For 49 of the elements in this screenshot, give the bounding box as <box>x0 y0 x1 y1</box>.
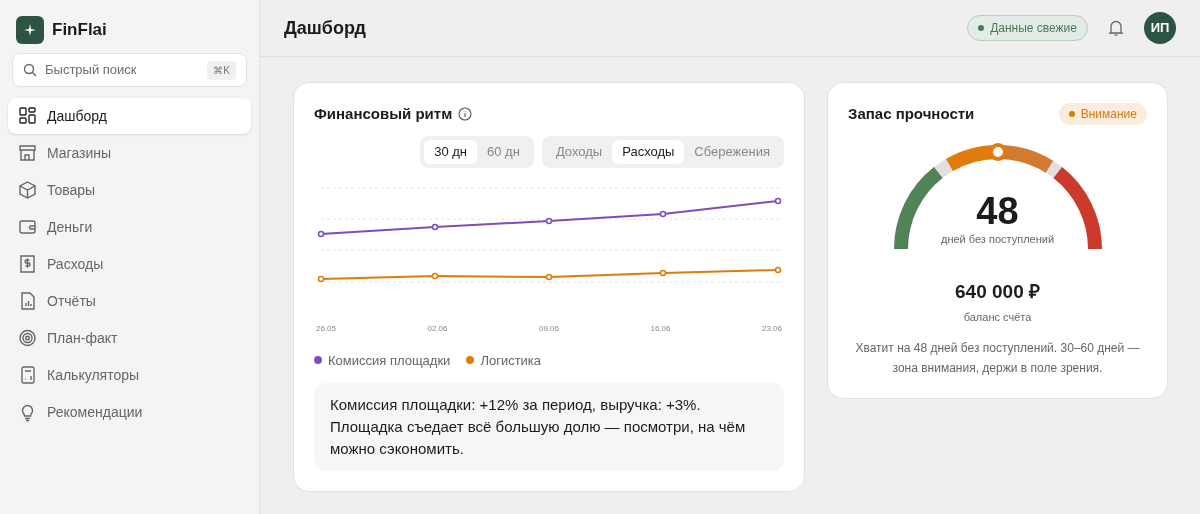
status-badge: Данные свежие <box>967 15 1088 41</box>
nav-item[interactable]: Магазины <box>8 135 251 171</box>
warning-badge: Внимание <box>1058 103 1147 126</box>
axis-label: 26.05 <box>316 322 337 335</box>
nav-item[interactable]: Отчёты <box>8 283 251 319</box>
calculator-icon <box>18 365 37 385</box>
nav-item[interactable]: Калькуляторы <box>8 357 251 393</box>
segment-tab[interactable]: 60 дн <box>477 139 530 164</box>
axis-label: 23.06 <box>761 322 782 335</box>
nav-item[interactable]: Рекомендации <box>8 394 251 430</box>
nav-item[interactable]: Товары <box>8 172 251 208</box>
bell-icon[interactable] <box>1108 19 1124 37</box>
balance-caption: баланс счёта <box>963 310 1032 325</box>
card-title: Финансовый ритм <box>314 104 453 124</box>
page-title: Дашборд <box>284 16 367 40</box>
reserve-note: Хватит на 48 дней без поступлений. 30–60 дней — зона внимания, держи в поле зрения. <box>854 339 1141 377</box>
store-icon <box>18 143 37 163</box>
shortcut-hint: ⌘K <box>207 60 236 80</box>
card-title: Запас прочности <box>848 104 975 124</box>
balance-value: 640 000 ₽ <box>955 279 1040 304</box>
legend-label: Комиссия площадки <box>328 351 451 370</box>
segment-tab[interactable]: Доходы <box>545 139 613 164</box>
axis-label: 02.06 <box>427 322 448 335</box>
wallet-icon <box>18 217 37 237</box>
nav-item[interactable]: Деньги <box>8 209 251 245</box>
info-icon[interactable] <box>458 107 473 122</box>
axis-label: 16.06 <box>650 322 671 335</box>
user-avatar[interactable]: ИП <box>1144 12 1176 44</box>
cube-icon <box>18 180 37 200</box>
nav-item[interactable]: Дашборд <box>8 98 251 134</box>
app-name: FinFlai <box>52 19 107 42</box>
search-input[interactable]: Быстрый поиск <box>45 60 200 80</box>
legend-label: Логистика <box>480 351 542 370</box>
search-field[interactable]: Быстрый поиск ⌘K <box>12 53 247 87</box>
insight-note: Комиссия площадки: +12% за период, выручка: +3%. Площадка съедает всё большую долю — посмотри, на чём можно сэкономить. <box>314 383 784 471</box>
report-icon <box>18 291 37 311</box>
search-icon <box>23 63 37 77</box>
dollar-receipt-icon <box>18 254 37 274</box>
days-caption: дней без поступлений <box>940 231 1055 247</box>
logo-icon <box>16 16 44 44</box>
segment-tab[interactable]: Сбережения <box>684 139 780 164</box>
nav-item[interactable]: Расходы <box>8 246 251 282</box>
axis-label: 09.06 <box>538 322 559 335</box>
segment-tab[interactable]: Расходы <box>612 139 685 164</box>
days-value: 48 <box>976 190 1019 231</box>
segment-tab[interactable]: 30 дн <box>424 139 478 164</box>
nav-item[interactable]: План-факт <box>8 320 251 356</box>
grid-icon <box>18 106 37 126</box>
target-icon <box>18 328 37 348</box>
